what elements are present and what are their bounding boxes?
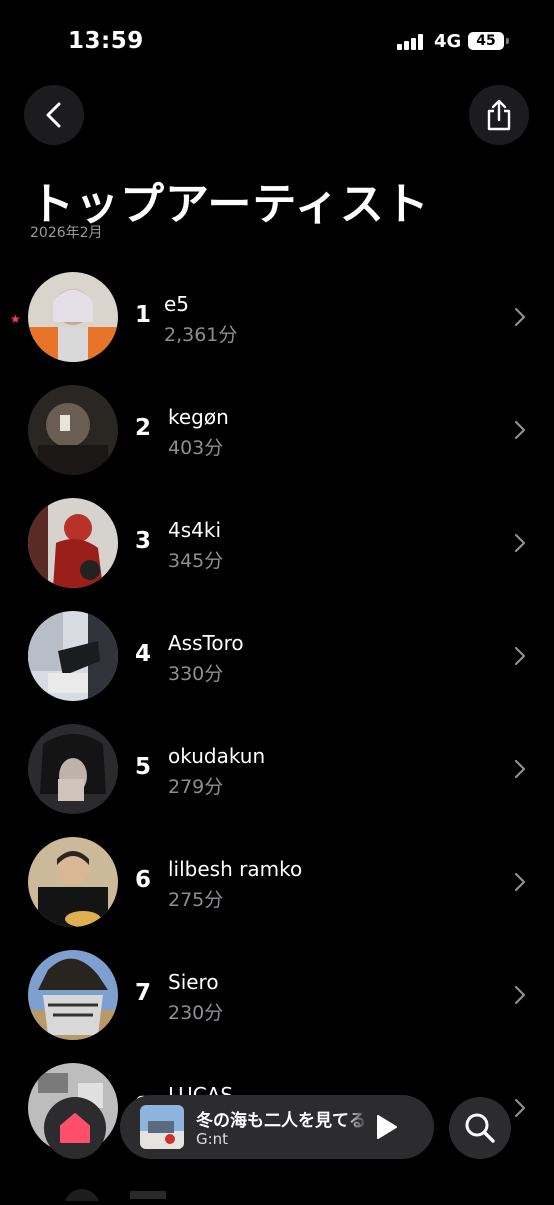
artist-minutes: 330分 xyxy=(168,663,224,685)
play-icon[interactable] xyxy=(372,1113,400,1141)
share-icon xyxy=(487,99,511,131)
artist-minutes: 279分 xyxy=(168,776,224,798)
artist-name: kegøn xyxy=(168,405,229,429)
home-button[interactable] xyxy=(44,1097,106,1159)
star-icon: ★ xyxy=(10,312,21,326)
artist-name: Siero xyxy=(168,970,219,994)
chevron-right-icon xyxy=(514,872,526,892)
artist-minutes: 345分 xyxy=(168,550,224,572)
artist-rank: 7 xyxy=(134,980,151,1006)
home-icon xyxy=(60,1113,90,1143)
artist-rank: 2 xyxy=(134,415,151,441)
search-icon xyxy=(465,1113,495,1143)
artist-minutes: 275分 xyxy=(168,889,224,911)
artist-rank: 4 xyxy=(134,641,151,667)
share-button[interactable] xyxy=(469,85,529,145)
mini-player[interactable]: 冬の海も二人を見てる G:nt xyxy=(120,1095,434,1159)
artist-minutes: 230分 xyxy=(168,1002,224,1024)
chevron-right-icon xyxy=(514,1098,526,1118)
back-button[interactable] xyxy=(24,85,84,145)
artist-avatar xyxy=(28,385,118,475)
artist-avatar xyxy=(28,724,118,814)
artist-row[interactable]: 4 AssToro 330分 xyxy=(0,611,554,723)
artist-row[interactable]: 3 4s4ki 345分 xyxy=(0,498,554,610)
status-bar: 13:59 4G 45 xyxy=(0,0,554,80)
artist-name: 4s4ki xyxy=(168,518,222,542)
battery-icon: 45 xyxy=(468,32,504,50)
status-time: 13:59 xyxy=(68,28,144,54)
artist-avatar xyxy=(28,950,118,1040)
chevron-left-icon xyxy=(46,102,61,128)
artist-minutes: 2,361分 xyxy=(164,324,238,346)
artist-avatar xyxy=(28,611,118,701)
artist-avatar xyxy=(28,272,118,362)
artist-rank: 3 xyxy=(134,528,151,554)
song-artist: G:nt xyxy=(196,1130,229,1148)
song-title-fade xyxy=(344,1103,368,1129)
artist-minutes: 403分 xyxy=(168,437,224,459)
album-art xyxy=(140,1105,184,1149)
artist-row[interactable]: 7 Siero 230分 xyxy=(0,950,554,1062)
next-row-peek xyxy=(46,1186,166,1205)
artist-rank: 5 xyxy=(134,754,151,780)
search-button[interactable] xyxy=(449,1097,511,1159)
chevron-right-icon xyxy=(514,985,526,1005)
artist-rank: 1 xyxy=(134,302,151,328)
artist-name: okudakun xyxy=(168,744,266,768)
artist-row[interactable]: 6 lilbesh ramko 275分 xyxy=(0,837,554,949)
chevron-right-icon xyxy=(514,759,526,779)
artist-avatar xyxy=(28,837,118,927)
artist-avatar xyxy=(28,498,118,588)
signal-icon xyxy=(397,34,427,50)
chevron-right-icon xyxy=(514,646,526,666)
network-type: 4G xyxy=(434,31,462,52)
artist-row[interactable]: ★ 1 e5 2,361分 xyxy=(0,272,554,384)
artist-rank: 6 xyxy=(134,867,151,893)
artist-row[interactable]: 2 kegøn 403分 xyxy=(0,385,554,497)
page-subtitle: 2026年2月 xyxy=(30,225,103,241)
artist-row[interactable]: 5 okudakun 279分 xyxy=(0,724,554,836)
chevron-right-icon xyxy=(514,420,526,440)
battery-tip xyxy=(506,38,509,44)
artist-name: AssToro xyxy=(168,631,244,655)
chevron-right-icon xyxy=(514,533,526,553)
artist-name: e5 xyxy=(164,292,190,316)
song-title: 冬の海も二人を見てる xyxy=(196,1111,364,1131)
artist-name: lilbesh ramko xyxy=(168,857,303,881)
chevron-right-icon xyxy=(514,307,526,327)
